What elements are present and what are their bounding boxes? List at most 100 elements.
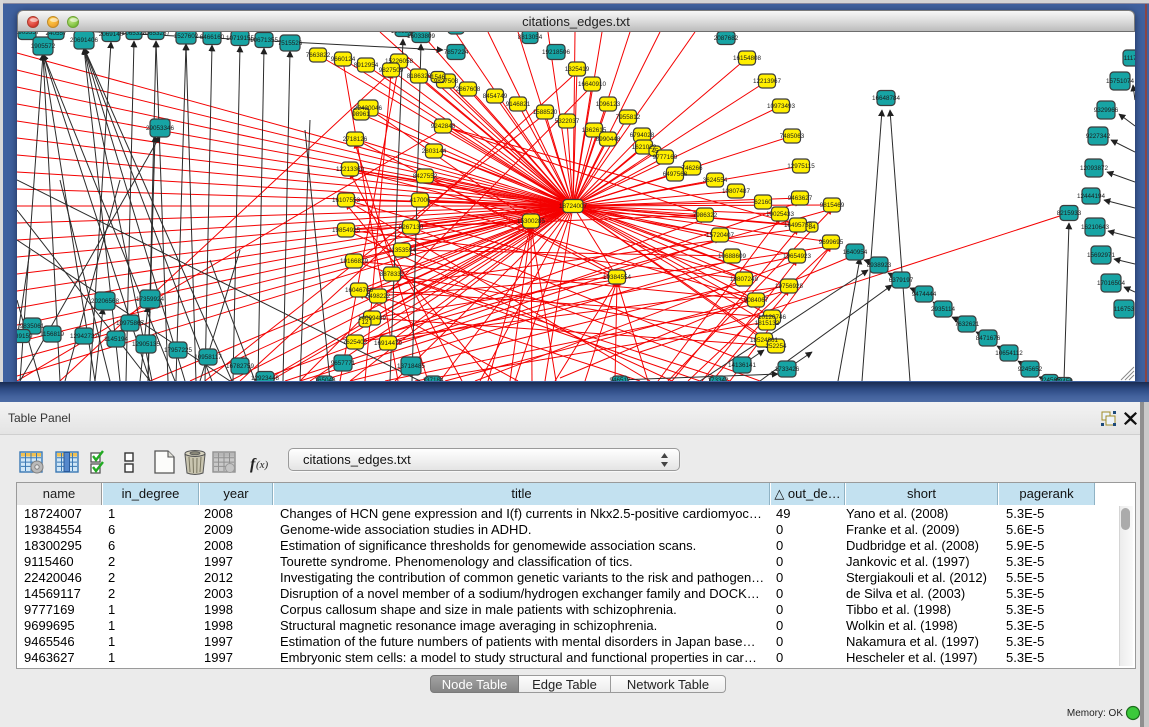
svg-text:9699695: 9699695 — [819, 239, 844, 246]
svg-text:15720407: 15720407 — [706, 232, 735, 239]
svg-text:10654112: 10654112 — [995, 350, 1023, 357]
svg-text:12: 12 — [361, 319, 369, 326]
svg-text:1145194: 1145194 — [104, 336, 129, 343]
svg-text:116753: 116753 — [1114, 306, 1135, 313]
svg-text:19166829: 19166829 — [340, 258, 369, 265]
svg-text:20691406: 20691406 — [70, 37, 99, 44]
svg-text:8427552: 8427552 — [413, 173, 438, 180]
svg-text:6794028: 6794028 — [630, 132, 655, 139]
svg-text:1527602: 1527602 — [174, 33, 199, 40]
svg-text:1903557: 1903557 — [17, 32, 40, 36]
svg-text:16782759: 16782759 — [226, 363, 255, 370]
svg-text:12444194: 12444194 — [1077, 193, 1106, 200]
svg-text:9242848: 9242848 — [431, 123, 456, 130]
svg-text:946512: 946512 — [609, 377, 631, 381]
svg-text:(x): (x) — [256, 459, 269, 471]
svg-text:16210643: 16210643 — [1081, 224, 1110, 231]
svg-text:12923448: 12923448 — [251, 375, 280, 381]
svg-text:10958117: 10958117 — [194, 354, 222, 361]
svg-text:29053346: 29053346 — [146, 125, 175, 132]
svg-text:19384554: 19384554 — [603, 274, 632, 281]
svg-text:17359924: 17359924 — [136, 296, 165, 303]
svg-text:15226058: 15226058 — [385, 58, 414, 65]
svg-text:7485063: 7485063 — [780, 133, 805, 140]
svg-text:16154808: 16154808 — [733, 55, 762, 62]
svg-text:15751074: 15751074 — [1106, 78, 1135, 85]
svg-text:12942737: 12942737 — [70, 333, 99, 340]
svg-text:18724007: 18724007 — [559, 203, 588, 210]
svg-text:8454749: 8454749 — [483, 93, 508, 100]
svg-text:15300285: 15300285 — [517, 218, 546, 225]
svg-text:16640910: 16640910 — [578, 81, 607, 88]
svg-text:11353594: 11353594 — [388, 247, 416, 254]
svg-text:5498222: 5498222 — [366, 293, 391, 300]
svg-text:7515526: 7515526 — [278, 40, 303, 47]
svg-text:1325419: 1325419 — [565, 66, 590, 73]
svg-text:7857224: 7857224 — [444, 49, 469, 56]
svg-text:55723: 55723 — [447, 32, 465, 33]
svg-text:18807249: 18807249 — [730, 276, 759, 283]
svg-text:240557: 240557 — [45, 32, 67, 37]
svg-text:10975867: 10975867 — [116, 320, 145, 327]
svg-text:939159: 939159 — [17, 333, 33, 340]
svg-text:16107553: 16107553 — [332, 197, 361, 204]
svg-text:2803144: 2803144 — [422, 148, 447, 155]
svg-text:9835061: 9835061 — [20, 323, 45, 330]
svg-text:16033809: 16033809 — [407, 33, 436, 40]
svg-text:1156819: 1156819 — [40, 331, 65, 338]
svg-text:1733426: 1733426 — [775, 366, 800, 373]
svg-text:19654923: 19654923 — [783, 253, 812, 260]
svg-text:746266: 746266 — [681, 165, 703, 172]
svg-text:7625402: 7625402 — [343, 339, 368, 346]
svg-text:2867608: 2867608 — [456, 86, 481, 93]
svg-text:19218506: 19218506 — [542, 49, 571, 56]
svg-text:62160: 62160 — [754, 199, 772, 206]
svg-text:12213369: 12213369 — [336, 166, 365, 173]
svg-text:19756928: 19756928 — [775, 283, 804, 290]
svg-text:84: 84 — [808, 224, 816, 231]
svg-text:17957225: 17957225 — [164, 347, 193, 354]
svg-text:173342: 173342 — [707, 377, 729, 381]
svg-text:8186328: 8186328 — [407, 73, 432, 80]
svg-text:9245652: 9245652 — [1018, 366, 1043, 373]
svg-text:1362615: 1362615 — [582, 127, 607, 134]
svg-text:2718126: 2718126 — [343, 136, 368, 143]
svg-text:7986322: 7986322 — [693, 212, 718, 219]
svg-text:1546: 1546 — [431, 74, 446, 81]
svg-text:12905135: 12905135 — [132, 341, 161, 348]
svg-text:13718485: 13718485 — [397, 363, 426, 370]
svg-text:12093872: 12093872 — [1080, 165, 1109, 172]
svg-text:14136141: 14136141 — [728, 362, 757, 369]
svg-text:8267130: 8267130 — [399, 224, 424, 231]
svg-text:10973493: 10973493 — [767, 103, 796, 110]
svg-text:9084067: 9084067 — [744, 297, 769, 304]
svg-text:92456: 92456 — [1055, 378, 1073, 381]
svg-text:9474444: 9474444 — [912, 291, 937, 298]
svg-text:12213967: 12213967 — [753, 78, 782, 85]
svg-text:1588520: 1588520 — [533, 109, 558, 116]
svg-text:7955812: 7955812 — [616, 114, 641, 121]
svg-text:8990448: 8990448 — [596, 136, 621, 143]
svg-text:19854925: 19854925 — [332, 227, 361, 234]
svg-text:1905572: 1905572 — [31, 43, 56, 50]
svg-text:8813054: 8813054 — [518, 34, 543, 41]
svg-text:12975115: 12975115 — [787, 163, 815, 170]
svg-text:252254: 252254 — [765, 343, 787, 350]
svg-text:6466160: 6466160 — [200, 34, 225, 41]
svg-text:10025433: 10025433 — [766, 211, 795, 218]
svg-text:1096123: 1096123 — [596, 101, 621, 108]
svg-text:2935114: 2935114 — [931, 306, 956, 313]
svg-text:11170: 11170 — [1124, 55, 1135, 62]
svg-text:9657771: 9657771 — [331, 360, 356, 367]
svg-text:9827509: 9827509 — [379, 67, 404, 74]
svg-text:7632621: 7632621 — [955, 321, 980, 328]
svg-text:8471676: 8471676 — [976, 335, 1001, 342]
svg-text:9815469: 9815469 — [820, 202, 845, 209]
svg-text:9660124: 9660124 — [331, 56, 356, 63]
svg-text:10807487: 10807487 — [722, 188, 751, 195]
svg-text:5322037: 5322037 — [555, 118, 580, 125]
svg-text:10671355: 10671355 — [250, 37, 279, 44]
svg-text:9463627: 9463627 — [788, 195, 813, 202]
svg-text:1640954: 1640954 — [843, 249, 868, 256]
svg-text:6497568: 6497568 — [663, 171, 688, 178]
